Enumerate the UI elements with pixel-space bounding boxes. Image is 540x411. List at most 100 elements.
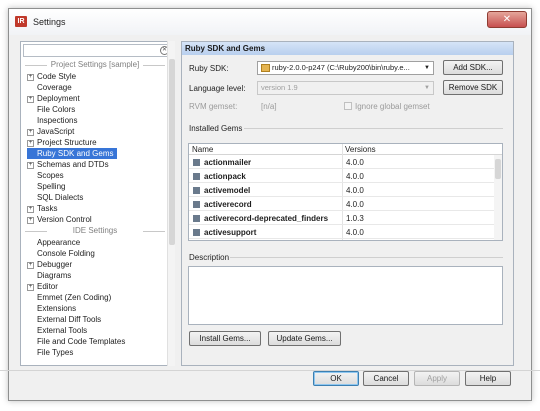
gem-icon (193, 229, 200, 236)
tree-item-label: Console Folding (37, 249, 95, 258)
table-row[interactable]: actionmailer 4.0.0 (189, 156, 502, 169)
tree-item-file-and-code-templates[interactable]: File and Code Templates (27, 336, 125, 347)
ruby-sdk-select[interactable]: ruby-2.0.0-p247 (C:\Ruby200\bin\ruby.e..… (257, 61, 434, 75)
close-window-button[interactable]: ✕ (487, 11, 527, 28)
tree-item-javascript[interactable]: + JavaScript (27, 126, 74, 137)
add-sdk-button[interactable]: Add SDK... (443, 60, 503, 75)
tree-item-debugger[interactable]: + Debugger (27, 259, 72, 270)
language-level-label: Language level: (189, 84, 246, 93)
tree-item-sql-dialects[interactable]: SQL Dialects (27, 192, 83, 203)
table-row[interactable]: activerecord-deprecated_finders 1.0.3 (189, 212, 502, 225)
update-gems-button[interactable]: Update Gems... (268, 331, 341, 346)
tree-scrollbar[interactable] (167, 41, 175, 366)
tree-item-label: SQL Dialects (37, 193, 84, 202)
tree-item-editor[interactable]: + Editor (27, 281, 58, 292)
gem-name: actionpack (204, 172, 246, 181)
table-row[interactable]: activesupport 4.0.0 (189, 226, 502, 239)
installed-gems-separator (244, 128, 503, 129)
apply-button[interactable]: Apply (414, 371, 460, 386)
tree-item-tasks[interactable]: + Tasks (27, 203, 57, 214)
tree-item-scopes[interactable]: Scopes (27, 170, 64, 181)
tree-item-label: Coverage (37, 83, 72, 92)
tree-item-diagrams[interactable]: Diagrams (27, 270, 71, 281)
settings-tree-panel: ✕ Project Settings [sample] + Code Style Co… (20, 41, 175, 366)
language-level-select[interactable]: version 1.9 ▼ (257, 81, 434, 95)
tree-item-version-control[interactable]: + Version Control (27, 214, 92, 225)
tree-item-label: Ruby SDK and Gems (37, 149, 114, 158)
close-icon: ✕ (502, 14, 512, 25)
gem-version: 4.0.0 (346, 186, 364, 195)
tree-item-code-style[interactable]: + Code Style (27, 71, 76, 82)
gem-version: 4.0.0 (346, 200, 364, 209)
expand-icon[interactable]: + (27, 74, 34, 81)
tree-item-file-colors[interactable]: File Colors (27, 104, 75, 115)
tree-item-schemas-and-dtds[interactable]: + Schemas and DTDs (27, 159, 109, 170)
description-box (188, 266, 503, 325)
installed-gems-label: Installed Gems (189, 124, 243, 133)
tree-item-file-types[interactable]: File Types (27, 347, 73, 358)
tree-item-external-tools[interactable]: External Tools (27, 325, 87, 336)
tree-item-label: File Types (37, 348, 74, 357)
ignore-gemset-checkbox[interactable] (344, 102, 352, 110)
table-row[interactable]: activemodel 4.0.0 (189, 184, 502, 197)
gem-icon (193, 187, 200, 194)
gem-name-cell: activesupport (193, 226, 256, 239)
ignore-gemset-label: Ignore global gemset (355, 102, 430, 111)
tree-item-spelling[interactable]: Spelling (27, 181, 65, 192)
tree-scrollbar-thumb[interactable] (169, 59, 175, 245)
settings-search-input[interactable]: ✕ (23, 44, 172, 57)
expand-icon[interactable]: + (27, 140, 34, 147)
tree-item-appearance[interactable]: Appearance (27, 237, 80, 248)
tree-item-label: Version Control (37, 215, 92, 224)
title-bar: IR Settings ✕ (9, 9, 531, 35)
gem-name-cell: activemodel (193, 184, 250, 197)
expand-icon[interactable]: + (27, 206, 34, 213)
tree-item-label: Tasks (37, 204, 58, 213)
tree-item-external-diff-tools[interactable]: External Diff Tools (27, 314, 101, 325)
rvm-gemset-label: RVM gemset: (189, 102, 238, 111)
cancel-button[interactable]: Cancel (363, 371, 409, 386)
expand-icon[interactable]: + (27, 129, 34, 136)
tree-item-label: Diagrams (37, 271, 72, 280)
tree-item-extensions[interactable]: Extensions (27, 303, 76, 314)
expand-icon[interactable]: + (27, 162, 34, 169)
gem-icon (193, 173, 200, 180)
panel-title: Ruby SDK and Gems (182, 42, 513, 55)
tree-item-inspections[interactable]: Inspections (27, 115, 77, 126)
tree-item-label: Debugger (37, 260, 73, 269)
tree-item-coverage[interactable]: Coverage (27, 82, 72, 93)
remove-sdk-button[interactable]: Remove SDK (443, 80, 503, 95)
tree-item-label: Schemas and DTDs (37, 160, 109, 169)
gems-scrollbar-thumb[interactable] (495, 159, 501, 179)
gem-name-cell: activerecord (193, 198, 252, 211)
project-section-header: Project Settings [sample] (25, 60, 165, 71)
help-button[interactable]: Help (465, 371, 511, 386)
install-gems-button[interactable]: Install Gems... (189, 331, 261, 346)
tree-item-console-folding[interactable]: Console Folding (27, 248, 95, 259)
tree-item-emmet-zen-coding[interactable]: Emmet (Zen Coding) (27, 292, 111, 303)
column-header-name[interactable]: Name (189, 144, 213, 155)
tree-item-ruby-sdk-and-gems[interactable]: Ruby SDK and Gems (27, 148, 118, 159)
tree-item-label: Deployment (37, 94, 80, 103)
table-row[interactable]: actionpack 4.0.0 (189, 170, 502, 183)
expand-icon[interactable]: + (27, 217, 34, 224)
tree-item-label: Scopes (37, 171, 64, 180)
rvm-gemset-value: [n/a] (261, 102, 277, 111)
column-header-versions[interactable]: Versions (342, 144, 376, 155)
gems-table-scrollbar[interactable] (494, 155, 502, 240)
gem-name-cell: actionmailer (193, 156, 251, 169)
gem-icon (193, 215, 200, 222)
ide-section-header: IDE Settings (25, 226, 165, 237)
gems-table-header: Name Versions (189, 144, 502, 155)
expand-icon[interactable]: + (27, 96, 34, 103)
tree-item-label: External Tools (37, 326, 88, 335)
gem-name-cell: actionpack (193, 170, 246, 183)
expand-icon[interactable]: + (27, 262, 34, 269)
tree-item-project-structure[interactable]: + Project Structure (27, 137, 97, 148)
project-section-title: Project Settings [sample] (50, 60, 140, 69)
table-row[interactable]: activerecord 4.0.0 (189, 198, 502, 211)
ok-button[interactable]: OK (313, 371, 359, 386)
chevron-down-icon: ▼ (424, 65, 430, 71)
tree-item-deployment[interactable]: + Deployment (27, 93, 80, 104)
expand-icon[interactable]: + (27, 284, 34, 291)
